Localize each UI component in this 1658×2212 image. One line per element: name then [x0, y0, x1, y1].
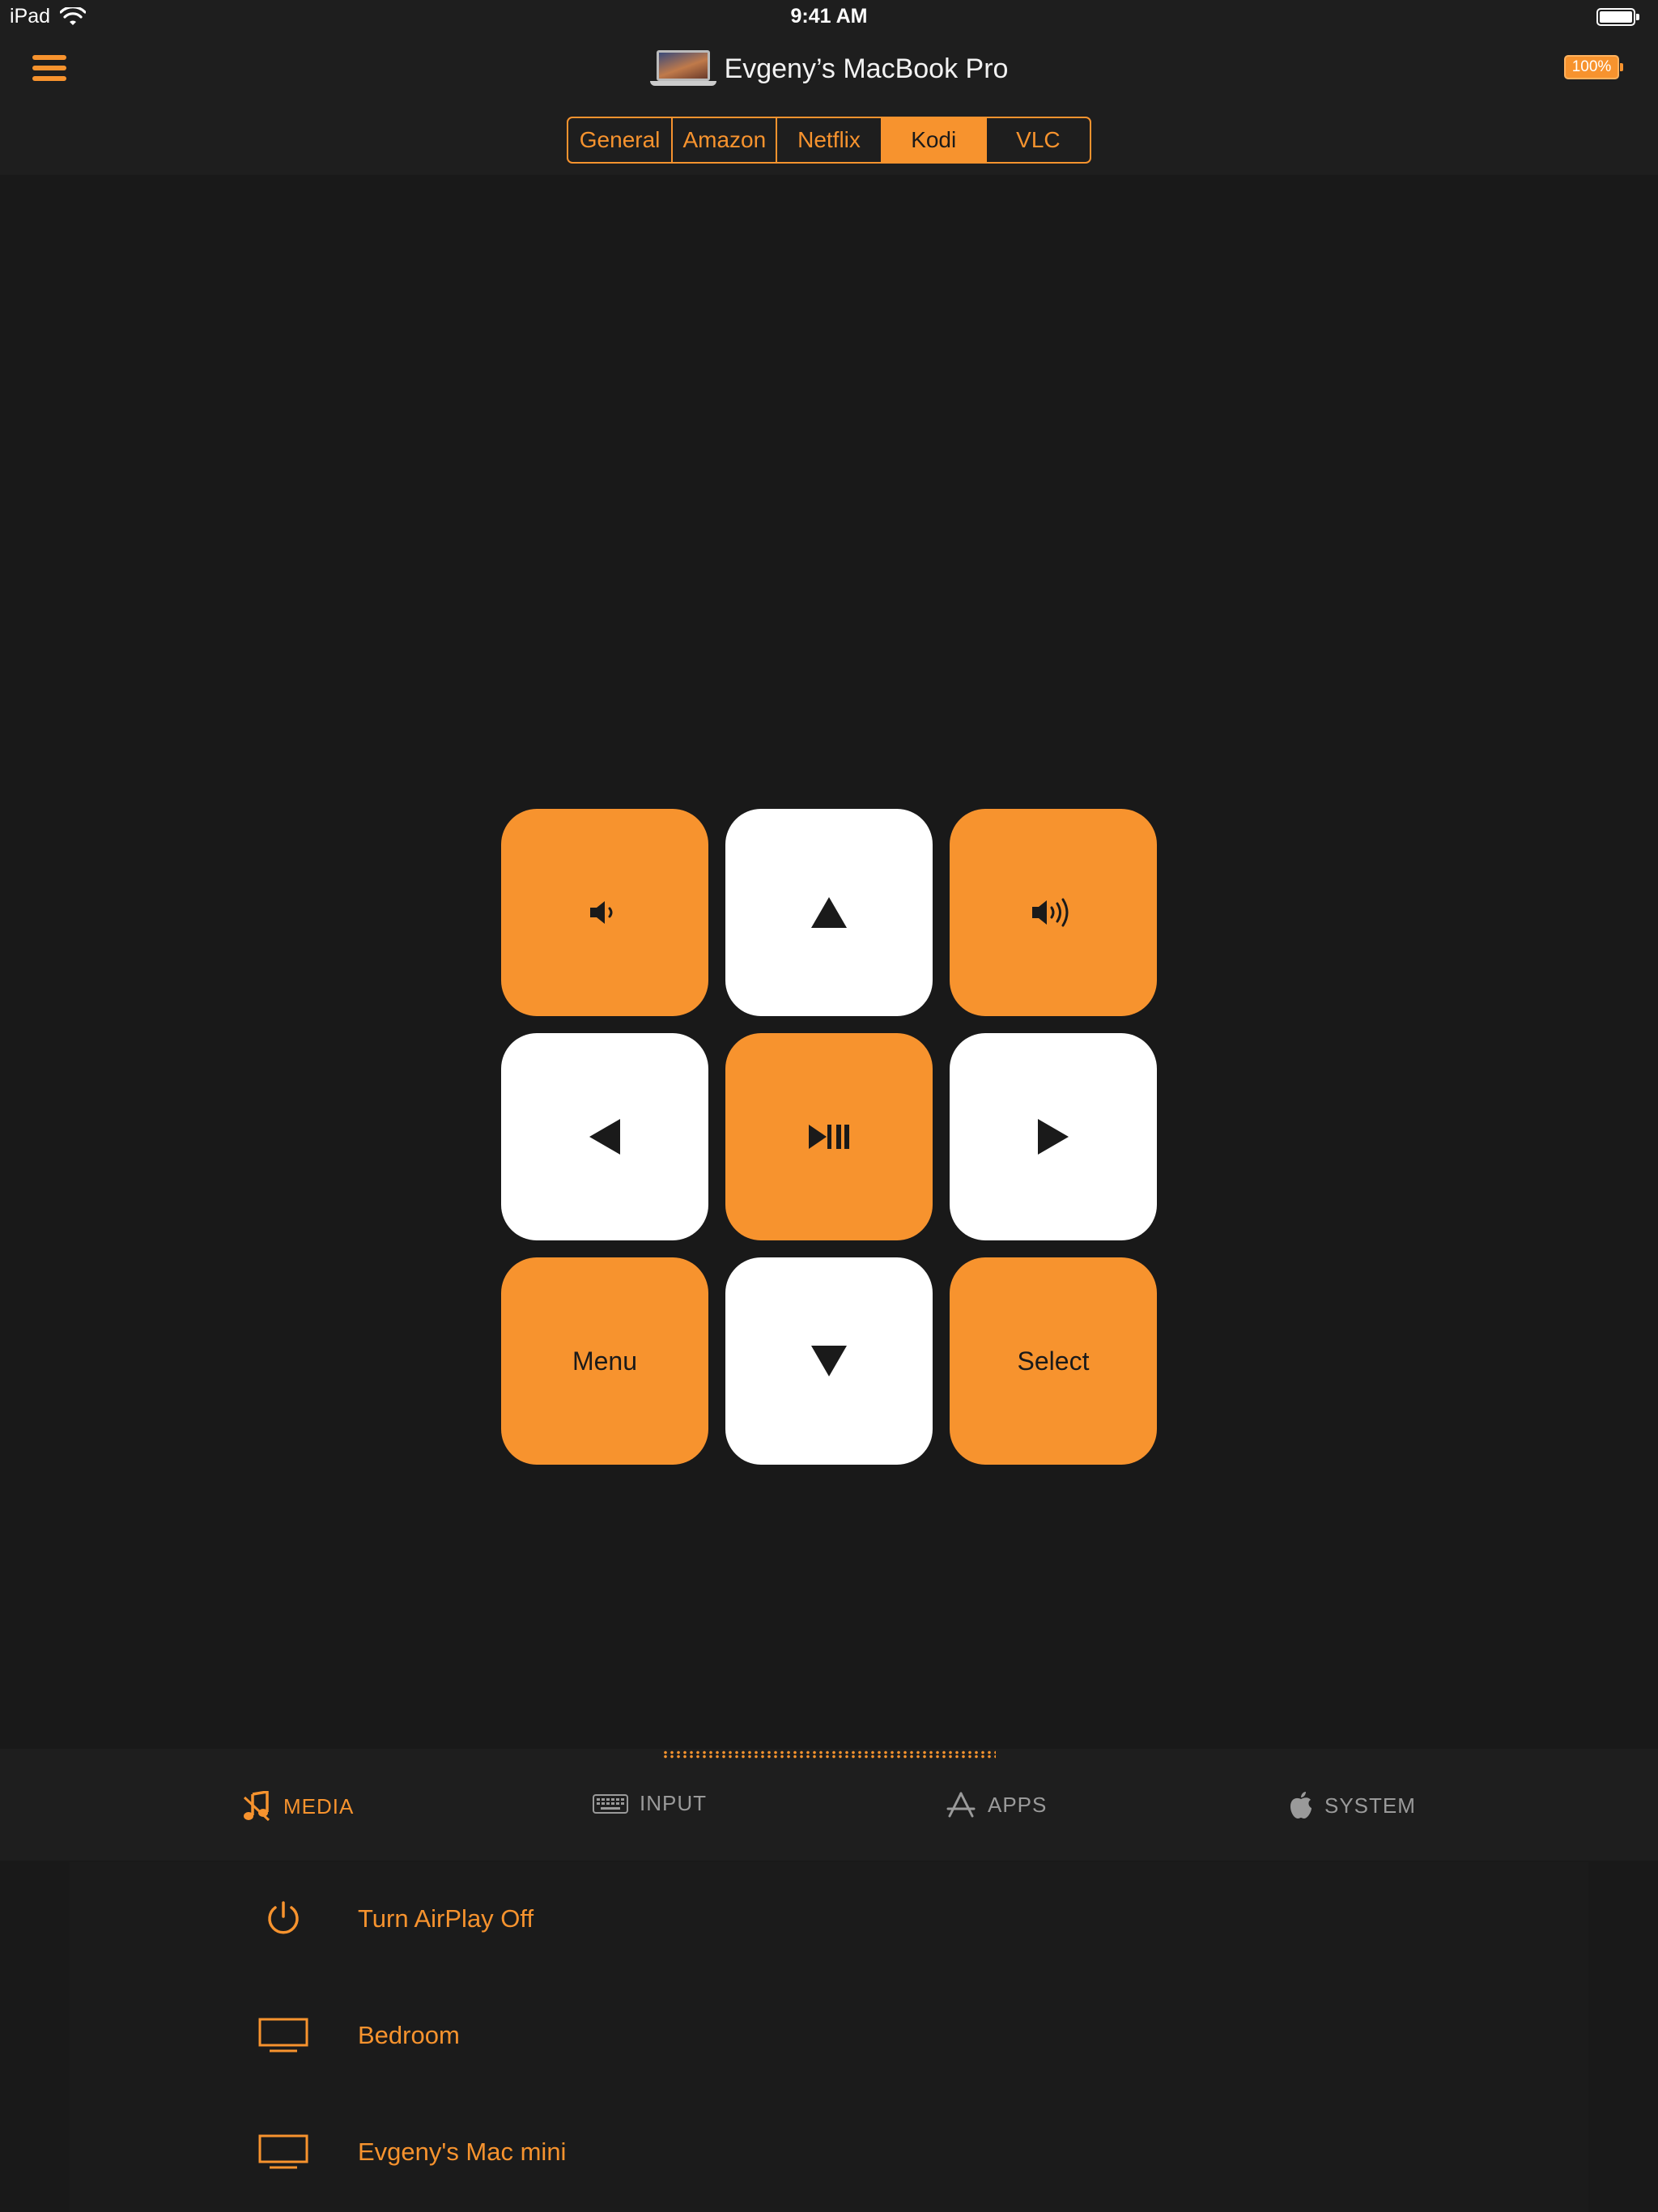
keyboard-icon: [593, 1793, 628, 1814]
battery-badge: 100%: [1564, 55, 1623, 79]
power-icon: [268, 1901, 299, 1934]
speaker-high-icon: [1032, 898, 1069, 927]
tab-media[interactable]: MEDIA: [243, 1791, 354, 1822]
segment-bar: General Amazon Netflix Kodi VLC: [0, 99, 1658, 175]
segment-kodi[interactable]: Kodi: [882, 118, 987, 162]
tab-media-label: MEDIA: [283, 1793, 355, 1819]
drawer-handle[interactable]: [662, 1750, 996, 1759]
music-note-icon: [243, 1791, 270, 1822]
tv-icon: [258, 2018, 308, 2052]
nav-bar: Evgeny’s MacBook Pro 100%: [0, 36, 1658, 99]
down-button[interactable]: [725, 1257, 933, 1465]
segment-vlc[interactable]: VLC: [987, 118, 1090, 162]
bottom-tab-bar: MEDIA INPUT APPS SYSTEM: [0, 1749, 1658, 1861]
list-item-bedroom[interactable]: Bedroom: [70, 1979, 1588, 2092]
apple-logo-icon: [1290, 1792, 1312, 1819]
app-segmented-control: General Amazon Netflix Kodi VLC: [567, 117, 1091, 164]
airplay-list: Turn AirPlay Off Bedroom Evgeny's Mac mi…: [70, 1862, 1588, 2212]
right-button[interactable]: [950, 1033, 1157, 1240]
remote-pad: Menu Select: [501, 809, 1157, 1465]
up-button[interactable]: [725, 809, 933, 1016]
triangle-up-icon: [811, 897, 847, 928]
play-pause-icon: [809, 1125, 849, 1149]
tab-system[interactable]: SYSTEM: [1289, 1791, 1416, 1820]
segment-general[interactable]: General: [568, 118, 674, 162]
menu-button[interactable]: Menu: [501, 1257, 708, 1465]
app-store-icon: [946, 1792, 976, 1818]
device-title[interactable]: Evgeny’s MacBook Pro: [0, 50, 1658, 87]
menu-button-label: Menu: [572, 1346, 638, 1376]
segment-netflix[interactable]: Netflix: [777, 118, 882, 162]
select-button-label: Select: [1017, 1346, 1090, 1376]
page-title: Evgeny’s MacBook Pro: [724, 53, 1009, 84]
list-item-airplay-off[interactable]: Turn AirPlay Off: [70, 1862, 1588, 1976]
triangle-left-icon: [589, 1119, 620, 1155]
tab-input[interactable]: INPUT: [593, 1791, 707, 1816]
tab-apps[interactable]: APPS: [946, 1791, 1047, 1819]
list-item-mac-mini[interactable]: Evgeny's Mac mini: [70, 2095, 1588, 2209]
list-item-label: Turn AirPlay Off: [358, 1904, 534, 1933]
play-pause-button[interactable]: [725, 1033, 933, 1240]
status-time: 9:41 AM: [790, 5, 868, 28]
left-button[interactable]: [501, 1033, 708, 1240]
status-bar: iPad 9:41 AM: [0, 0, 1658, 36]
speaker-low-icon: [590, 901, 613, 924]
tab-apps-label: APPS: [988, 1792, 1048, 1817]
status-battery-icon: [1596, 8, 1639, 26]
laptop-icon: [649, 50, 716, 87]
select-button[interactable]: Select: [950, 1257, 1157, 1465]
triangle-right-icon: [1038, 1119, 1069, 1155]
list-item-label: Evgeny's Mac mini: [358, 2138, 567, 2166]
volume-down-button[interactable]: [501, 809, 708, 1016]
list-item-label: Bedroom: [358, 2021, 460, 2049]
volume-up-button[interactable]: [950, 809, 1157, 1016]
triangle-down-icon: [811, 1346, 847, 1376]
tab-input-label: INPUT: [640, 1791, 707, 1815]
segment-amazon[interactable]: Amazon: [673, 118, 778, 162]
tv-icon: [258, 2134, 308, 2169]
tab-system-label: SYSTEM: [1324, 1793, 1416, 1818]
